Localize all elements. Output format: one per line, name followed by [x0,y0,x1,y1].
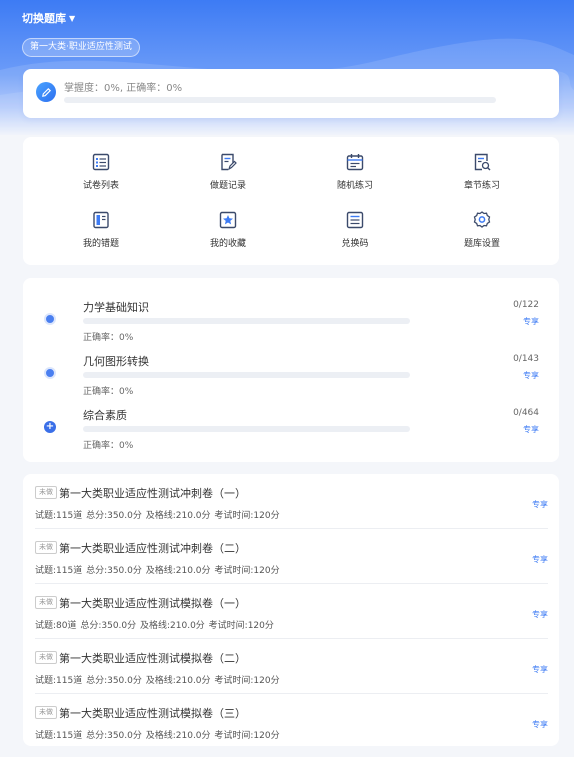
paper-title: 第一大类职业适应性测试模拟卷（二） [59,652,246,665]
paper-item[interactable]: 未做 第一大类职业适应性测试模拟卷（三） 试题:115道 总分:350.0分 及… [35,694,548,749]
status-badge: 未做 [35,541,57,554]
status-badge: 未做 [35,486,57,499]
paper-exclusive-button[interactable]: 专享 [532,609,548,620]
menu-label: 我的收藏 [209,239,246,249]
paper-list-icon [92,153,110,171]
switch-bank-button[interactable]: 切换题库 ▼ [22,10,75,26]
mastery-text: 掌握度：0%, 正确率：0% [64,83,183,94]
subject-progress-bar [83,426,410,432]
subject-count: 0/122 [513,300,539,310]
subject-count: 0/464 [513,408,539,418]
paper-exclusive-button[interactable]: 专享 [532,499,548,510]
paper-title: 第一大类职业适应性测试冲刺卷（二） [59,542,246,555]
subject-item[interactable]: 几何图形转换 正确率：0% 0/143 专享 [23,337,559,397]
paper-list: 未做 第一大类职业适应性测试冲刺卷（一） 试题:115道 总分:350.0分 及… [23,474,559,746]
subject-item[interactable]: 力学基础知识 正确率：0% 0/122 专享 [23,283,559,343]
menu-favorites[interactable]: 我的收藏 [188,210,268,249]
paper-meta: 试题:80道 总分:350.0分 及格线:210.0分 考试时间:120分 [35,621,274,631]
subject-exclusive-button[interactable]: 专享 [523,370,539,381]
subject-dot-icon [44,367,56,379]
gear-icon [473,211,491,228]
mastery-card: 掌握度：0%, 正确率：0% [23,69,559,118]
category-tag: 第一大类·职业适应性测试 [22,38,140,57]
subject-exclusive-button[interactable]: 专享 [523,424,539,435]
plus-icon[interactable]: + [44,421,56,433]
paper-title: 第一大类职业适应性测试模拟卷（三） [59,707,246,720]
menu-wrong-questions[interactable]: 我的错题 [61,210,141,249]
menu-label: 题库设置 [463,239,500,249]
wrong-book-icon [93,211,109,229]
status-badge: 未做 [35,706,57,719]
menu-grid: 试卷列表 做题记录 随机练习 章节练习 我的错题 我的收藏 兑换码 题库设置 [23,137,559,265]
subject-title: 综合素质 [83,409,127,422]
subject-rate: 正确率：0% [83,441,134,451]
paper-meta: 试题:115道 总分:350.0分 及格线:210.0分 考试时间:120分 [35,731,280,741]
menu-paper-list[interactable]: 试卷列表 [61,152,141,191]
paper-item[interactable]: 未做 第一大类职业适应性测试冲刺卷（二） 试题:115道 总分:350.0分 及… [35,529,548,584]
chapter-search-icon [474,153,491,171]
menu-label: 试卷列表 [82,181,119,191]
menu-bank-settings[interactable]: 题库设置 [442,210,522,249]
menu-redeem-code[interactable]: 兑换码 [315,210,395,249]
paper-meta: 试题:115道 总分:350.0分 及格线:210.0分 考试时间:120分 [35,676,280,686]
paper-item[interactable]: 未做 第一大类职业适应性测试模拟卷（一） 试题:80道 总分:350.0分 及格… [35,584,548,639]
paper-title: 第一大类职业适应性测试冲刺卷（一） [59,487,246,500]
subject-progress-bar [83,372,410,378]
paper-item[interactable]: 未做 第一大类职业适应性测试冲刺卷（一） 试题:115道 总分:350.0分 及… [35,474,548,529]
subject-count: 0/143 [513,354,539,364]
subject-progress-bar [83,318,410,324]
paper-exclusive-button[interactable]: 专享 [532,554,548,565]
menu-label: 章节练习 [463,181,500,191]
menu-record[interactable]: 做题记录 [188,152,268,191]
subject-item[interactable]: + 综合素质 正确率：0% 0/464 专享 [23,391,559,451]
switch-bank-label: 切换题库 [22,12,66,25]
paper-exclusive-button[interactable]: 专享 [532,664,548,675]
subject-list: 力学基础知识 正确率：0% 0/122 专享 几何图形转换 正确率：0% 0/1… [23,278,559,462]
list-icon [346,211,364,229]
star-icon [219,211,237,229]
menu-chapter-practice[interactable]: 章节练习 [442,152,522,191]
paper-item[interactable]: 未做 第一大类职业适应性测试模拟卷（二） 试题:115道 总分:350.0分 及… [35,639,548,694]
subject-title: 几何图形转换 [83,355,149,368]
paper-meta: 试题:115道 总分:350.0分 及格线:210.0分 考试时间:120分 [35,511,280,521]
record-icon [221,153,237,171]
mastery-progress-bar [64,97,496,103]
paper-exclusive-button[interactable]: 专享 [532,719,548,730]
menu-random-practice[interactable]: 随机练习 [315,152,395,191]
status-badge: 未做 [35,596,57,609]
subject-title: 力学基础知识 [83,301,149,314]
calendar-icon [346,154,364,171]
menu-label: 随机练习 [336,181,373,191]
menu-label: 兑换码 [341,239,369,249]
paper-title: 第一大类职业适应性测试模拟卷（一） [59,597,246,610]
subject-dot-icon [44,313,56,325]
menu-label: 做题记录 [209,181,246,191]
pencil-icon [36,82,56,102]
menu-label: 我的错题 [82,239,119,249]
subject-exclusive-button[interactable]: 专享 [523,316,539,327]
status-badge: 未做 [35,651,57,664]
chevron-down-icon: ▼ [69,13,76,23]
paper-meta: 试题:115道 总分:350.0分 及格线:210.0分 考试时间:120分 [35,566,280,576]
